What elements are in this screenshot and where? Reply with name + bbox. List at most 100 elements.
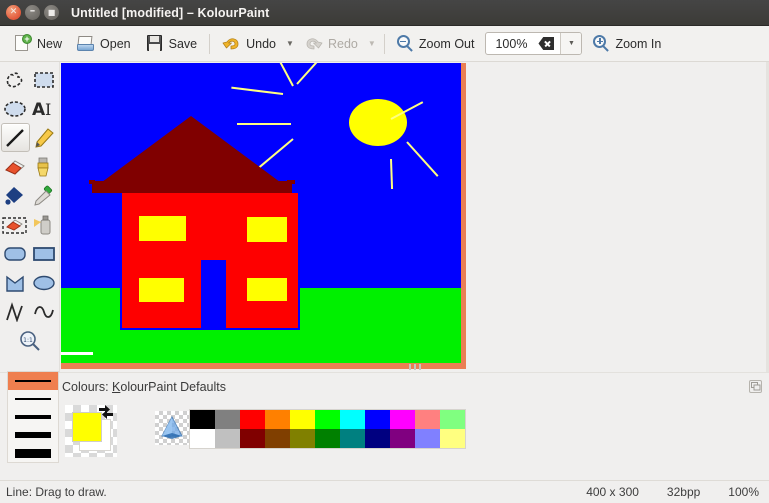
tool-line[interactable]	[0, 123, 30, 152]
palette-swatch-2-3[interactable]	[265, 429, 290, 448]
zoom-in-label: Zoom In	[615, 36, 662, 51]
tool-connected-lines[interactable]	[1, 297, 30, 326]
tool-eraser[interactable]	[1, 152, 30, 181]
tool-row-10: 1:1	[0, 326, 60, 355]
window-title: Untitled [modified] – KolourPaint	[71, 5, 270, 20]
open-button[interactable]: Open	[69, 29, 138, 59]
line-width-selector[interactable]	[7, 371, 59, 463]
tool-elliptical-select[interactable]	[1, 94, 30, 123]
tool-zoom[interactable]: 1:1	[15, 326, 44, 355]
line-width-option-2[interactable]	[8, 390, 58, 408]
transparent-color-button[interactable]	[155, 411, 189, 445]
zoom-out-button[interactable]: Zoom Out	[390, 29, 482, 59]
tool-spraycan[interactable]	[30, 210, 59, 239]
tool-brush[interactable]	[30, 152, 59, 181]
tool-row-5	[0, 181, 60, 210]
open-button-label: Open	[100, 36, 131, 51]
palette-swatch-1-4[interactable]	[290, 410, 315, 429]
svg-text:I: I	[45, 100, 51, 119]
chevron-down-icon[interactable]: ▼	[560, 33, 582, 54]
line-width-option-4[interactable]	[8, 426, 58, 444]
close-button[interactable]: ✕	[6, 5, 21, 20]
undo-button[interactable]: Undo	[215, 29, 283, 59]
zoom-level-value[interactable]: 100%	[486, 37, 538, 51]
tool-row-3	[0, 123, 60, 152]
palette-swatch-1-8[interactable]	[390, 410, 415, 429]
palette-swatch-2-5[interactable]	[315, 429, 340, 448]
transparent-pyramid-icon	[161, 415, 183, 439]
tool-row-7	[0, 239, 60, 268]
status-zoom: 100%	[728, 485, 759, 499]
dock-splitter-grip[interactable]	[404, 363, 426, 370]
palette-swatch-2-9[interactable]	[415, 429, 440, 448]
canvas-resize-handle-right[interactable]	[461, 63, 466, 369]
palette-swatch-2-8[interactable]	[390, 429, 415, 448]
maximize-button[interactable]: ■	[44, 5, 59, 20]
zoom-level-combo[interactable]: 100% ▼	[485, 32, 583, 55]
tool-flood-fill[interactable]	[1, 181, 30, 210]
palette-swatch-2-1[interactable]	[215, 429, 240, 448]
tool-rectangle-select[interactable]	[30, 65, 59, 94]
color-palette[interactable]	[189, 409, 466, 449]
tool-color-eraser[interactable]	[1, 210, 30, 239]
palette-swatch-1-5[interactable]	[315, 410, 340, 429]
palette-swatch-1-2[interactable]	[240, 410, 265, 429]
redo-button: Redo	[297, 29, 365, 59]
palette-row-2[interactable]	[190, 429, 465, 448]
tool-polygon[interactable]	[1, 268, 30, 297]
drawing-canvas[interactable]	[61, 63, 461, 363]
window-controls: ✕ – ■	[6, 5, 59, 20]
foreground-background-swatch[interactable]	[65, 405, 117, 457]
minimize-button[interactable]: –	[25, 5, 40, 20]
new-button[interactable]: + New	[6, 29, 69, 59]
palette-swatch-2-2[interactable]	[240, 429, 265, 448]
canvas-scroll-area[interactable]	[60, 62, 769, 372]
palette-swatch-1-6[interactable]	[340, 410, 365, 429]
tool-ellipse[interactable]	[30, 268, 59, 297]
undo-dropdown-button[interactable]: ▼	[283, 30, 297, 58]
float-window-icon[interactable]	[749, 380, 762, 393]
palette-swatch-1-1[interactable]	[215, 410, 240, 429]
zoom-in-button[interactable]: Zoom In	[586, 29, 668, 59]
tool-palette: A I 1:1	[0, 62, 60, 372]
tool-pencil[interactable]	[30, 123, 59, 152]
palette-swatch-1-10[interactable]	[440, 410, 465, 429]
status-dimensions: 400 x 300	[586, 485, 639, 499]
roof-triangle	[98, 116, 284, 185]
tool-rectangle[interactable]	[30, 239, 59, 268]
window-bottom-left	[139, 278, 184, 302]
redo-arrow-icon	[304, 34, 323, 53]
roof-base	[92, 181, 292, 193]
palette-swatch-2-0[interactable]	[190, 429, 215, 448]
color-dock: Colours: KolourPaint Defaults Colours: K…	[0, 371, 769, 480]
zoom-out-label: Zoom Out	[418, 36, 475, 51]
tool-free-form-select[interactable]	[1, 65, 30, 94]
status-message: Line: Drag to draw.	[6, 485, 107, 499]
toolbar-separator	[209, 33, 211, 54]
kolourpaint-window: ✕ – ■ Untitled [modified] – KolourPaint …	[0, 0, 769, 503]
palette-swatch-1-7[interactable]	[365, 410, 390, 429]
tool-color-picker[interactable]	[30, 181, 59, 210]
new-document-icon: +	[13, 34, 32, 53]
palette-swatch-2-4[interactable]	[290, 429, 315, 448]
swap-arrows-icon[interactable]	[97, 403, 115, 421]
clear-text-icon[interactable]	[538, 37, 555, 50]
palette-swatch-1-9[interactable]	[415, 410, 440, 429]
tool-rounded-rectangle[interactable]	[1, 239, 30, 268]
line-width-option-3[interactable]	[8, 408, 58, 426]
save-button[interactable]: Save	[138, 29, 205, 59]
tool-text[interactable]: A I	[30, 94, 59, 123]
palette-row-1[interactable]	[190, 410, 465, 429]
close-icon: ✕	[9, 7, 18, 17]
floppy-disk-icon	[145, 34, 164, 53]
tool-curve[interactable]	[30, 297, 59, 326]
line-width-option-5[interactable]	[8, 444, 58, 462]
toolbar-separator-2	[383, 33, 385, 54]
palette-swatch-2-6[interactable]	[340, 429, 365, 448]
line-width-option-1[interactable]	[8, 372, 58, 390]
palette-swatch-2-10[interactable]	[440, 429, 465, 448]
palette-swatch-1-3[interactable]	[265, 410, 290, 429]
palette-swatch-1-0[interactable]	[190, 410, 215, 429]
palette-swatch-2-7[interactable]	[365, 429, 390, 448]
canvas-viewport[interactable]	[60, 62, 769, 372]
